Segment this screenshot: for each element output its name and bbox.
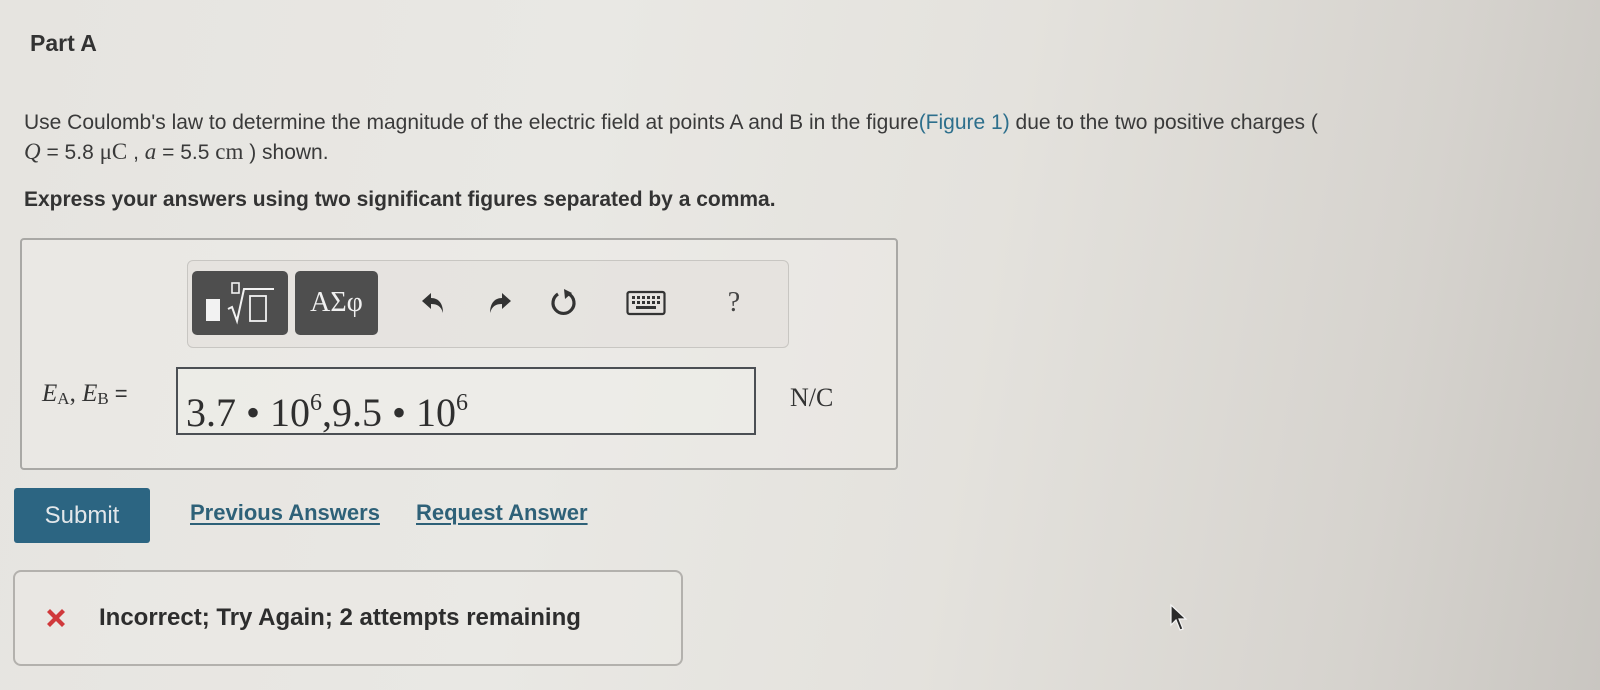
distance-value: = 5.5 — [156, 141, 216, 164]
answer-value-2: 9.5 • 10 — [332, 390, 457, 435]
undo-button[interactable] — [416, 285, 452, 321]
figure-link[interactable]: (Figure 1) — [919, 111, 1010, 134]
question-intro: Use Coulomb's law to determine the magni… — [24, 111, 919, 134]
undo-icon — [422, 293, 443, 313]
label-var-b: E — [82, 380, 98, 407]
answer-exponent-2: 6 — [456, 390, 469, 416]
redo-button[interactable] — [481, 285, 517, 321]
templates-button[interactable] — [192, 271, 288, 335]
previous-answers-link[interactable]: Previous Answers — [190, 500, 380, 526]
help-button[interactable]: ? — [716, 285, 752, 321]
label-sub-a: A — [57, 389, 70, 408]
feedback-text: Incorrect; Try Again; 2 attempts remaini… — [99, 604, 581, 631]
redo-icon — [490, 293, 511, 313]
answer-label: EA, EB = — [42, 380, 128, 409]
charge-symbol: Q — [24, 139, 41, 164]
charge-expression: Q — [24, 139, 41, 164]
question-continuation: due to the two positive charges ( — [1009, 111, 1318, 134]
answer-exponent-1: 6 — [310, 390, 323, 416]
incorrect-x-icon — [47, 609, 65, 627]
instruction-text: Express your answers using two significa… — [24, 188, 776, 211]
charge-value: = 5.8 — [40, 141, 100, 164]
charge-unit: μC — [99, 139, 128, 164]
answer-input[interactable]: 3.7 • 106,9.5 • 106 — [176, 367, 756, 435]
templates-sqrt-icon — [206, 282, 274, 325]
equals-sign: = — [114, 381, 128, 406]
keyboard-icon — [626, 290, 666, 316]
question-end: ) shown. — [243, 141, 329, 164]
greek-symbols-button[interactable]: ΑΣφ — [295, 271, 378, 335]
question-text: Use Coulomb's law to determine the magni… — [24, 108, 1584, 167]
label-separator: , — [69, 380, 83, 407]
answer-unit: N/C — [790, 383, 834, 412]
math-toolbar: ΑΣφ ? — [187, 260, 789, 348]
keyboard-button[interactable] — [624, 285, 668, 321]
distance-symbol: a — [144, 139, 157, 164]
distance-unit: cm — [215, 139, 244, 164]
part-title: Part A — [30, 30, 97, 56]
answer-panel: ΑΣφ ? EA, EB = 3.7 • 106,9.5 • 106 N/C — [20, 238, 898, 470]
value-separator: , — [127, 141, 145, 164]
label-var-a: E — [42, 380, 58, 407]
answer-value-1: 3.7 • 10 — [186, 390, 311, 435]
feedback-message-box: Incorrect; Try Again; 2 attempts remaini… — [13, 570, 683, 666]
reset-button[interactable] — [546, 285, 582, 321]
label-sub-b: B — [97, 389, 109, 408]
submit-button[interactable]: Submit — [14, 488, 150, 543]
request-answer-link[interactable]: Request Answer — [416, 500, 588, 526]
reset-icon — [551, 289, 576, 315]
answer-value-separator: , — [322, 390, 333, 435]
mouse-pointer-icon — [1170, 603, 1188, 631]
